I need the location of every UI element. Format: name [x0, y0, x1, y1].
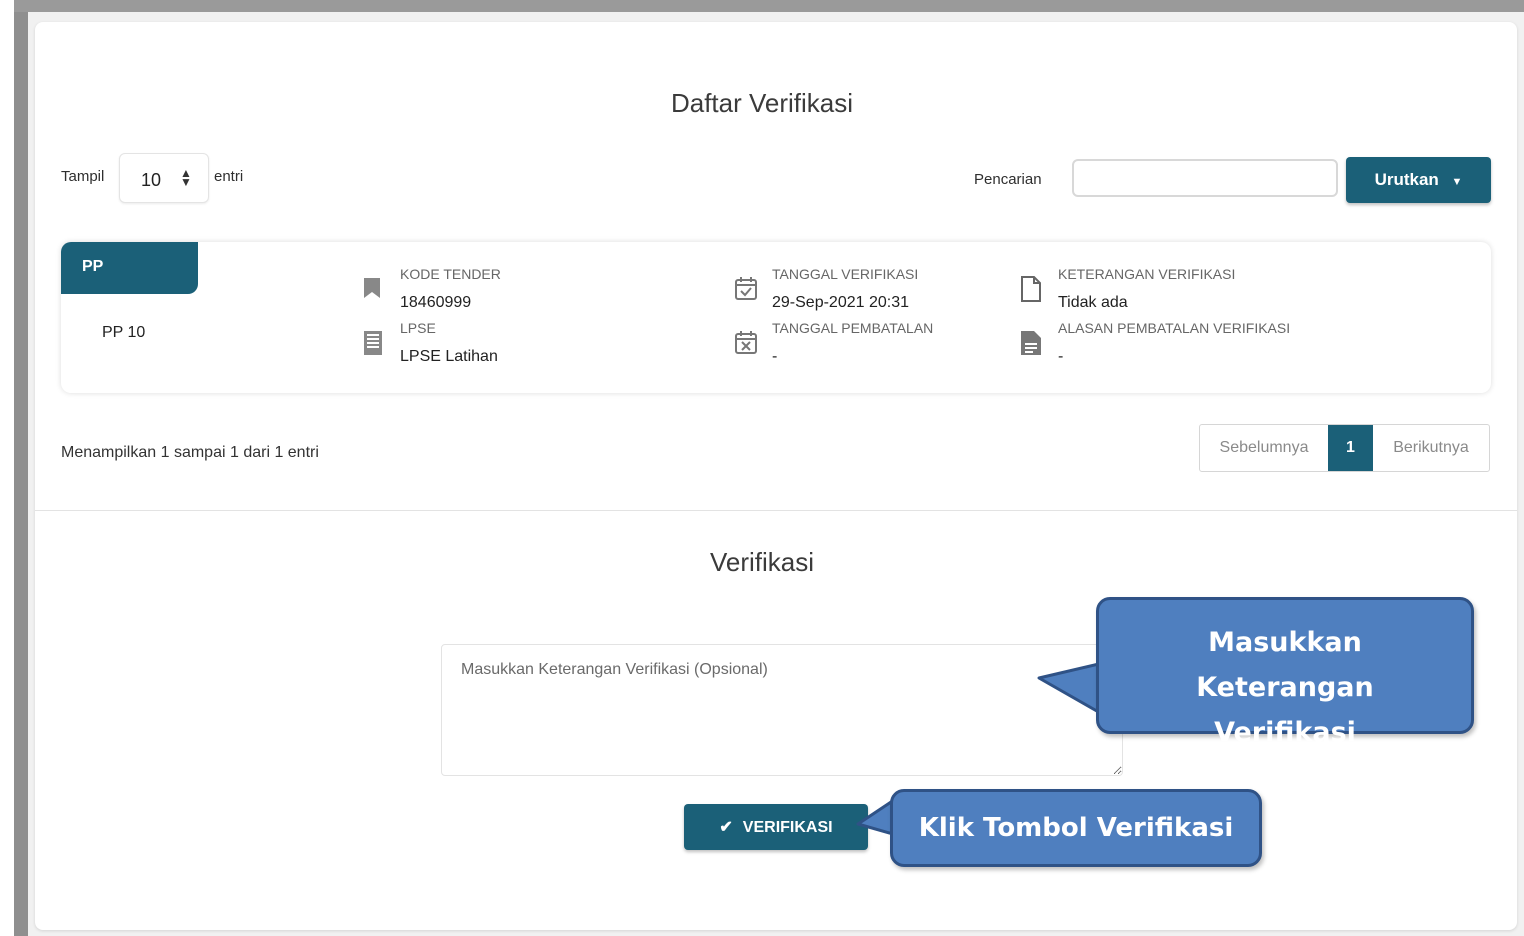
- kode-tender-value: 18460999: [400, 294, 472, 311]
- lpse-label: LPSE: [400, 320, 436, 336]
- check-icon: ✔: [719, 819, 733, 836]
- verify-title: Verifikasi: [709, 547, 815, 577]
- tanggal-verifikasi-value: 29-Sep-2021 20:31: [772, 294, 909, 311]
- building-icon: [363, 330, 383, 356]
- next-page-button[interactable]: Berikutnya: [1373, 425, 1489, 471]
- page-1-button[interactable]: 1: [1328, 425, 1373, 471]
- tanggal-verifikasi-label: TANGGAL VERIFIKASI: [772, 266, 919, 282]
- pp-tag-label: PP: [82, 258, 104, 275]
- pagination-info: Menampilkan 1 sampai 1 dari 1 entri: [61, 444, 319, 461]
- screenshot-frame-left: [14, 0, 28, 936]
- file-text-icon: [1020, 330, 1042, 356]
- sort-button[interactable]: Urutkan ▼: [1346, 157, 1491, 203]
- callout-textarea-hint: Masukkan Keterangan Verifikasi: [1096, 597, 1474, 748]
- file-outline-icon: [1020, 276, 1042, 302]
- calendar-x-icon: [734, 329, 758, 355]
- keterangan-label: KETERANGAN VERIFIKASI: [1058, 266, 1236, 282]
- alasan-label: ALASAN PEMBATALAN VERIFIKASI: [1058, 320, 1291, 336]
- calendar-check-icon: [734, 275, 758, 301]
- pp-tag: PP: [61, 242, 198, 294]
- callout-textarea-text: Masukkan Keterangan Verifikasi: [1196, 627, 1374, 748]
- sort-button-label: Urutkan: [1374, 170, 1439, 189]
- verify-button-label: VERIFIKASI: [742, 819, 833, 836]
- previous-page-button[interactable]: Sebelumnya: [1200, 425, 1328, 471]
- show-label: Tampil: [61, 168, 105, 185]
- pagination: Sebelumnya 1 Berikutnya: [1199, 424, 1490, 472]
- entries-label: entri: [214, 168, 244, 185]
- tanggal-pembatalan-value: -: [772, 348, 778, 365]
- search-label: Pencarian: [974, 171, 1042, 188]
- sort-updown-icon: ▲ ▼: [180, 166, 192, 189]
- alasan-value: -: [1058, 348, 1064, 365]
- search-input[interactable]: [1072, 159, 1338, 197]
- callout-button-hint: Klik Tombol Verifikasi: [890, 789, 1262, 867]
- caret-down-icon: ▼: [1451, 176, 1463, 188]
- callout-button-text: Klik Tombol Verifikasi: [918, 813, 1234, 843]
- verification-row[interactable]: PP PP 10 KODE TENDER 18460999 LPSE LPSE …: [61, 242, 1491, 393]
- screenshot-frame-top: [14, 0, 1524, 12]
- kode-tender-label: KODE TENDER: [400, 266, 501, 282]
- lpse-value: LPSE Latihan: [400, 348, 498, 365]
- keterangan-value: Tidak ada: [1058, 294, 1128, 311]
- pp-name: PP 10: [102, 324, 146, 341]
- page-size-value: 10: [141, 170, 162, 190]
- tanggal-pembatalan-label: TANGGAL PEMBATALAN: [772, 320, 934, 336]
- verify-button[interactable]: ✔ VERIFIKASI: [684, 804, 868, 850]
- section-divider: [35, 510, 1517, 511]
- bookmark-icon: [362, 277, 382, 299]
- keterangan-textarea[interactable]: [441, 644, 1123, 776]
- list-title: Daftar Verifikasi: [670, 88, 854, 118]
- page-size-select[interactable]: 10 ▲ ▼: [119, 153, 209, 203]
